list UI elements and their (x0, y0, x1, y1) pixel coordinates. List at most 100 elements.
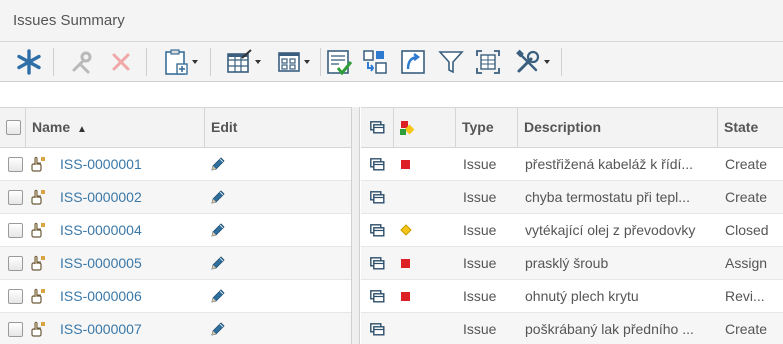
issue-hand-icon (31, 255, 45, 271)
issue-hand-icon (31, 156, 45, 172)
priority-yellow-flag (400, 224, 412, 236)
pencil-icon (211, 289, 225, 303)
edit-button[interactable] (209, 320, 227, 338)
issue-hand-icon (31, 222, 45, 238)
window-icon (370, 323, 385, 336)
issue-state-cell: Revi... (725, 288, 765, 304)
open-window-button[interactable] (370, 191, 385, 204)
open-button[interactable] (398, 47, 428, 77)
table-row[interactable]: Issue poškrábaný lak předního ... Create (361, 313, 783, 344)
table-row[interactable]: Issue prasklý šroub Assign (361, 247, 783, 280)
table-row[interactable]: Issue vytékající olej z převodovky Closed (361, 214, 783, 247)
table-row[interactable]: ISS-0000007 (0, 313, 351, 344)
paste-icon (165, 49, 188, 75)
header-select-all-cell (0, 108, 26, 147)
row-checkbox[interactable] (8, 289, 23, 304)
table-row[interactable]: ISS-0000004 (0, 214, 351, 247)
column-header-name-label: Name (32, 119, 71, 135)
toolbar-spacer (0, 83, 783, 107)
priority-red-flag (401, 160, 410, 169)
issue-state-cell: Create (725, 189, 768, 205)
column-header-edit[interactable]: Edit (205, 108, 351, 147)
row-checkbox[interactable] (8, 322, 23, 337)
pencil-icon (211, 256, 225, 270)
row-checkbox[interactable] (8, 256, 23, 271)
row-checkbox[interactable] (8, 157, 23, 172)
issue-hand-icon (31, 189, 45, 205)
columns-dropdown-button[interactable] (272, 47, 314, 77)
issue-type-icon-cell (31, 255, 46, 271)
issue-type-cell: Issue (463, 222, 497, 238)
issue-name-link[interactable]: ISS-0000001 (60, 148, 200, 180)
columns-icon (278, 52, 300, 72)
issue-state-cell: Create (725, 156, 768, 172)
column-header-state[interactable]: State (718, 108, 783, 147)
filter-icon (438, 51, 464, 74)
pencil-icon (211, 223, 225, 237)
table-row[interactable]: ISS-0000002 (0, 181, 351, 214)
tools-button[interactable] (66, 47, 96, 77)
issue-description-cell: vytékající olej z převodovky (525, 222, 696, 238)
table-row[interactable]: Issue přestřižená kabeláž k řídí... Create (361, 148, 783, 181)
table-row[interactable]: Issue ohnutý plech krytu Revi... (361, 280, 783, 313)
move-icon (363, 50, 387, 74)
toolbar-separator (320, 48, 321, 76)
open-window-button[interactable] (370, 257, 385, 270)
edit-table-dropdown-button[interactable] (222, 47, 264, 77)
row-checkbox[interactable] (8, 223, 23, 238)
column-header-edit-label: Edit (211, 119, 238, 135)
window-icon (370, 121, 385, 134)
filter-button[interactable] (436, 47, 466, 77)
right-table-header: Type Description State (361, 107, 783, 148)
paste-dropdown-button[interactable] (159, 47, 201, 77)
open-window-button[interactable] (370, 224, 385, 237)
edit-table-icon (227, 49, 252, 73)
table-row[interactable]: ISS-0000005 (0, 247, 351, 280)
sort-ascending-icon: ▲ (77, 124, 87, 135)
panel-title-bar: Issues Summary (0, 0, 783, 42)
toolbar (0, 42, 783, 82)
window-icon (370, 158, 385, 171)
edit-button[interactable] (209, 221, 227, 239)
issue-name-link[interactable]: ISS-0000006 (60, 280, 200, 312)
column-header-type[interactable]: Type (456, 108, 518, 147)
edit-button[interactable] (209, 254, 227, 272)
edit-button[interactable] (209, 188, 227, 206)
panel-title: Issues Summary (13, 12, 125, 29)
issue-type-icon-cell (31, 222, 46, 238)
row-checkbox[interactable] (8, 190, 23, 205)
edit-button[interactable] (209, 155, 227, 173)
delete-button[interactable] (106, 47, 136, 77)
issue-name-link[interactable]: ISS-0000004 (60, 214, 200, 246)
fit-button[interactable] (473, 47, 503, 77)
validate-icon (327, 50, 353, 76)
pencil-icon (211, 190, 225, 204)
column-header-priority[interactable] (394, 108, 456, 147)
window-icon (370, 290, 385, 303)
column-header-view[interactable] (361, 108, 394, 147)
open-window-button[interactable] (370, 323, 385, 336)
table-row[interactable]: ISS-0000006 (0, 280, 351, 313)
edit-button[interactable] (209, 287, 227, 305)
issue-name-link[interactable]: ISS-0000005 (60, 247, 200, 279)
open-window-button[interactable] (370, 158, 385, 171)
add-button[interactable] (14, 47, 44, 77)
move-button[interactable] (360, 47, 390, 77)
column-header-description[interactable]: Description (518, 108, 718, 147)
table-row[interactable]: ISS-0000001 (0, 148, 351, 181)
select-all-checkbox[interactable] (6, 120, 21, 135)
issue-name-link[interactable]: ISS-0000007 (60, 313, 200, 344)
column-header-state-label: State (724, 119, 759, 135)
window-icon (370, 224, 385, 237)
pane-splitter[interactable] (351, 107, 360, 344)
issue-type-icon-cell (31, 288, 46, 304)
chevron-down-icon (192, 60, 198, 64)
toolbar-separator (210, 48, 211, 76)
settings-dropdown-button[interactable] (510, 47, 554, 77)
table-row[interactable]: Issue chyba termostatu při tepl... Create (361, 181, 783, 214)
issue-name-link[interactable]: ISS-0000002 (60, 181, 200, 213)
validate-button[interactable] (324, 47, 354, 77)
open-window-button[interactable] (370, 290, 385, 303)
issue-state-cell: Create (725, 321, 768, 337)
column-header-name[interactable]: Name ▲ (26, 108, 205, 147)
